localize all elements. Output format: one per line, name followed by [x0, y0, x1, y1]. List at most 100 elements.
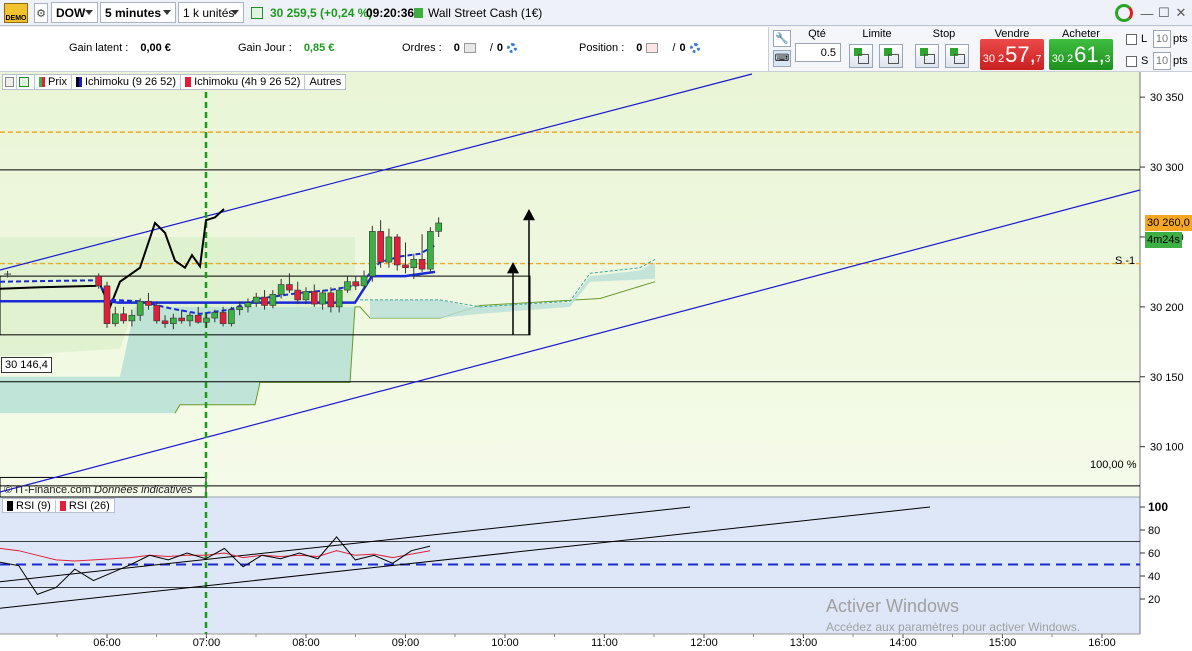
candle [435, 222, 442, 232]
rsi9-swatch-icon [7, 500, 13, 511]
x-tick-label: 08:00 [292, 637, 320, 649]
legend-add-icon[interactable] [3, 75, 17, 89]
legend-rsi9[interactable]: RSI (9) [3, 499, 56, 512]
x-tick-label: 06:00 [93, 637, 121, 649]
legend-ichimoku-2[interactable]: Ichimoku (4h 9 26 52) [181, 75, 306, 89]
market-name: Wall Street Cash (1€) [428, 6, 543, 20]
candle [186, 314, 194, 322]
position: Position : 0 / 0 [579, 42, 700, 54]
windows-activation-watermark: Activer Windows Accédez aux paramètres p… [826, 596, 1081, 634]
candle [103, 285, 111, 324]
candle [402, 264, 409, 269]
units-select[interactable]: 1 k unités [178, 2, 244, 23]
candle [294, 289, 302, 301]
rsi-tick-label: 60 [1148, 548, 1160, 560]
buy-button[interactable]: 30 2 61, 3 [1049, 39, 1113, 70]
market-flag-icon [414, 8, 423, 18]
axis-bg [1141, 72, 1192, 651]
position-settings-icon[interactable] [689, 43, 700, 53]
demo-logo-icon: DEMO [4, 3, 28, 23]
candle [427, 231, 434, 270]
legend-prix[interactable]: Prix [35, 75, 72, 89]
legend-ichimoku-1[interactable]: Ichimoku (9 26 52) [72, 75, 182, 89]
close-icon[interactable]: ✕ [1174, 5, 1188, 20]
prix-swatch-icon [39, 77, 45, 87]
candle [236, 306, 243, 310]
candle [418, 259, 426, 270]
x-tick-label: 13:00 [790, 637, 818, 649]
price-chart[interactable]: + 30 35030 30030 25030 20030 15030 10020… [0, 72, 1192, 651]
candle [302, 291, 310, 301]
position-close-icon[interactable] [646, 43, 659, 53]
sell-button[interactable]: 30 2 57, 7 [980, 39, 1044, 70]
x-tick-label: 11:00 [591, 637, 618, 649]
candle [327, 292, 335, 308]
x-tick-label: 12:00 [690, 637, 718, 649]
rsi-tick-label: 100 [1148, 500, 1168, 514]
orders-list-icon[interactable] [463, 43, 476, 53]
candle-countdown: 4m24s [1145, 231, 1183, 248]
candle [319, 292, 326, 305]
candle [178, 317, 185, 322]
limit-check-label: L [1141, 33, 1148, 45]
current-price-tag: 30 260,0 [1145, 214, 1192, 231]
candle [335, 289, 343, 308]
stop-check-label: S [1141, 55, 1149, 67]
chevron-down-icon [231, 10, 239, 15]
legend-up-icon[interactable] [17, 75, 35, 89]
orders-settings-icon[interactable] [507, 43, 518, 53]
order-panel: 🔧 ⌨ Qté 0.5 Limite Stop Vendre Acheter 3… [768, 27, 1192, 72]
keyboard-icon[interactable]: ⌨ [773, 50, 791, 67]
candle [385, 236, 393, 263]
limit-buy-button[interactable] [849, 44, 873, 68]
candle [219, 312, 227, 324]
y-tick-label: 30 200 [1150, 302, 1184, 314]
limit-pts-input[interactable]: 10 [1153, 30, 1171, 48]
limit-sell-button[interactable] [879, 44, 903, 68]
x-tick-label: 14:00 [889, 637, 917, 649]
maximize-icon[interactable]: ☐ [1157, 5, 1171, 20]
account-info-bar: Gain latent : 0,00 € Gain Jour : 0,85 € … [0, 27, 768, 72]
candle [128, 314, 136, 322]
refresh-icon[interactable] [1115, 4, 1133, 22]
support-label: S -1 [1115, 255, 1136, 267]
candle [244, 302, 252, 308]
rsi-legend: RSI (9) RSI (26) [2, 498, 115, 513]
candle [344, 281, 351, 291]
timeframe-select[interactable]: 5 minutes [100, 2, 176, 23]
limit-checkbox[interactable] [1126, 34, 1137, 45]
gain-latent: Gain latent : 0,00 € [69, 42, 171, 54]
wrench-icon[interactable]: 🔧 [773, 30, 791, 47]
x-tick-label: 07:00 [193, 637, 221, 649]
candle [277, 284, 285, 295]
qte-label: Qté [808, 28, 826, 40]
legend-rsi26[interactable]: RSI (26) [56, 500, 114, 512]
chevron-down-icon [163, 10, 171, 15]
tools-icon[interactable]: ⚙ [34, 3, 48, 23]
candle [211, 312, 219, 319]
candle [261, 296, 268, 306]
stop-checkbox[interactable] [1126, 56, 1137, 67]
data-source-note: © IT-Finance.com Données indicatives [4, 484, 193, 496]
level-label-box: 30 146,4 [1, 357, 52, 373]
y-tick-label: 30 300 [1150, 162, 1184, 174]
legend-autres[interactable]: Autres [305, 75, 345, 89]
candle [310, 291, 318, 305]
candle [352, 281, 360, 287]
candle [360, 275, 368, 287]
stop-pts-input[interactable]: 10 [1153, 52, 1171, 70]
time-axis-bg [0, 635, 1140, 651]
stop-buy-button[interactable] [915, 44, 939, 68]
gain-jour: Gain Jour : 0,85 € [238, 42, 335, 54]
cross-marker-icon: + [3, 267, 12, 280]
last-price: 30 259,5 (+0,24 %) [270, 6, 373, 20]
instrument-select[interactable]: DOW [51, 2, 98, 23]
stop-sell-button[interactable] [945, 44, 969, 68]
chart-area[interactable]: + 30 35030 30030 25030 20030 15030 10020… [0, 72, 1192, 651]
candle [111, 313, 119, 324]
y-tick-label: 30 150 [1150, 372, 1184, 384]
candle [228, 309, 235, 324]
quantity-input[interactable]: 0.5 [795, 43, 841, 62]
minimize-icon[interactable]: — [1140, 6, 1154, 21]
candle [410, 259, 418, 269]
